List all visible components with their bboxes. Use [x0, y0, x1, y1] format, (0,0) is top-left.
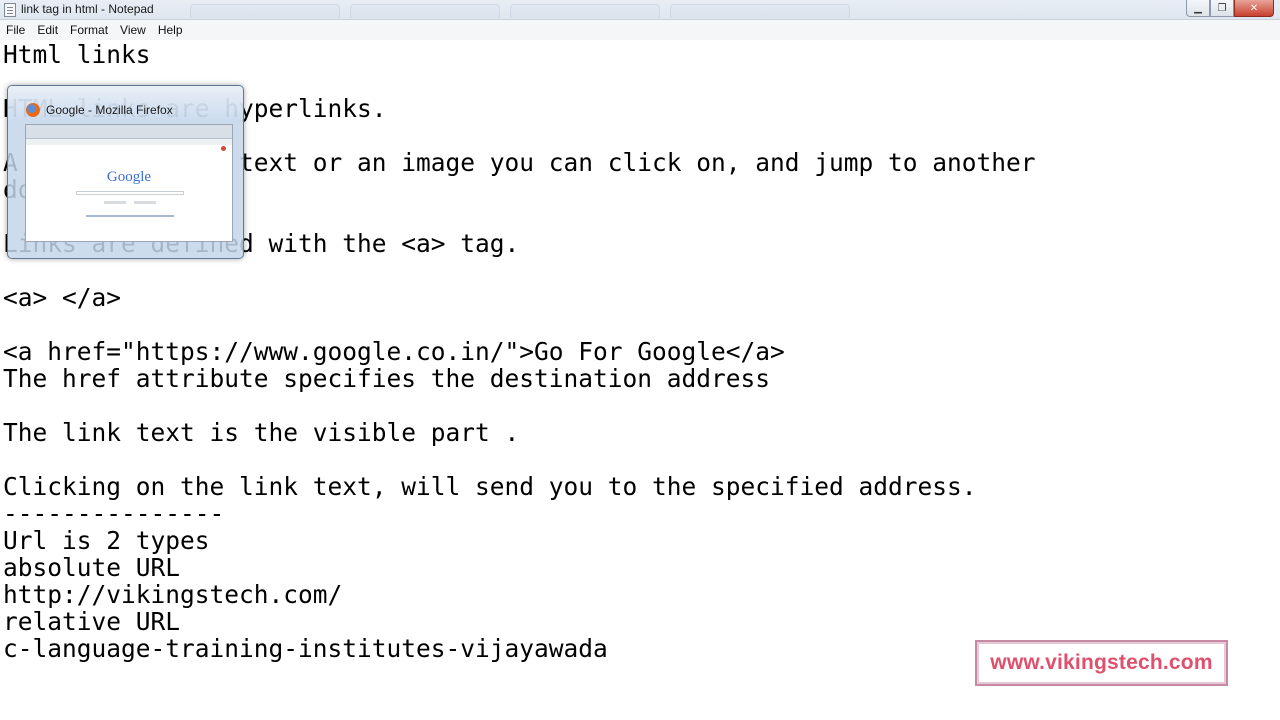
minimize-button[interactable]: ▁ — [1186, 0, 1210, 17]
preview-thumbnail: Google — [25, 124, 233, 242]
close-icon: ✕ — [1249, 2, 1259, 14]
menu-help[interactable]: Help — [152, 20, 189, 40]
preview-title: Google - Mozilla Firefox — [46, 103, 173, 117]
window-title: link tag in html - Notepad — [21, 2, 154, 16]
thumbnail-toolbar — [26, 125, 232, 139]
menu-file[interactable]: File — [0, 20, 31, 40]
menu-view[interactable]: View — [114, 20, 152, 40]
ghost-tab — [190, 4, 340, 18]
ghost-tab — [670, 4, 850, 18]
window-controls: ▁ ❐ ✕ — [1186, 0, 1274, 17]
thumbnail-search-buttons — [104, 201, 156, 204]
minimize-icon: ▁ — [1194, 2, 1202, 14]
google-logo: Google — [106, 169, 152, 185]
notepad-icon — [4, 3, 16, 17]
restore-icon: ❐ — [1217, 2, 1227, 14]
thumbnail-navbar — [26, 139, 232, 145]
thumbnail-account-dot — [221, 146, 226, 151]
maximize-button[interactable]: ❐ — [1210, 0, 1234, 17]
firefox-icon — [26, 103, 40, 117]
watermark-badge: www.vikingstech.com — [975, 640, 1228, 686]
menu-format[interactable]: Format — [64, 20, 114, 40]
menu-bar: File Edit Format View Help — [0, 20, 1280, 40]
thumbnail-search-box — [76, 191, 184, 195]
ghost-tab — [350, 4, 500, 18]
menu-edit[interactable]: Edit — [31, 20, 64, 40]
title-bar[interactable]: link tag in html - Notepad ▁ ❐ ✕ — [0, 0, 1280, 20]
background-browser-tabs — [190, 2, 890, 20]
taskbar-window-preview[interactable]: Google - Mozilla Firefox Google — [7, 85, 244, 259]
close-button[interactable]: ✕ — [1234, 0, 1274, 17]
watermark-text: www.vikingstech.com — [990, 651, 1213, 674]
thumbnail-links — [86, 215, 174, 217]
ghost-tab — [510, 4, 660, 18]
notepad-window: link tag in html - Notepad ▁ ❐ ✕ File Ed… — [0, 0, 1280, 720]
